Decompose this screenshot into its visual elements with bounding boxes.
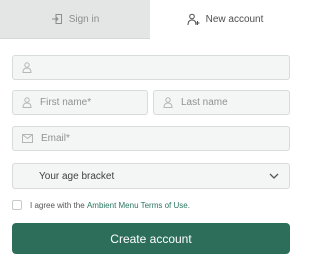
terms-agreement: I agree with the Ambient Menu Terms of U… — [12, 200, 190, 210]
chevron-down-icon — [269, 171, 279, 182]
tab-signin[interactable]: Sign in — [0, 0, 150, 39]
last-name-field[interactable] — [153, 90, 290, 115]
tab-new-account[interactable]: New account — [150, 0, 300, 39]
tab-signin-label: Sign in — [68, 13, 100, 25]
age-bracket-label: Your age bracket — [39, 170, 115, 182]
first-name-field[interactable] — [12, 90, 148, 115]
envelope-icon — [22, 133, 33, 145]
terms-link[interactable]: Ambient Menu Terms of Use. — [87, 201, 190, 210]
create-account-label: Create account — [110, 231, 192, 246]
user-icon — [22, 97, 32, 109]
first-name-input[interactable] — [40, 97, 147, 108]
new-account-icon — [187, 13, 200, 26]
email-input[interactable] — [41, 133, 289, 144]
user-icon — [22, 62, 33, 74]
top-input[interactable] — [40, 62, 289, 73]
top-field[interactable] — [12, 55, 290, 80]
account-tabs: Sign in New account — [0, 0, 300, 39]
tab-new-account-label: New account — [205, 14, 264, 25]
age-bracket-select[interactable]: Your age bracket — [12, 163, 290, 189]
terms-prefix: I agree with the — [30, 200, 85, 210]
user-icon — [163, 97, 173, 109]
terms-checkbox[interactable] — [12, 200, 22, 210]
sign-in-icon — [51, 13, 63, 25]
email-field[interactable] — [12, 126, 290, 151]
last-name-input[interactable] — [181, 97, 289, 108]
create-account-button[interactable]: Create account — [12, 223, 290, 254]
